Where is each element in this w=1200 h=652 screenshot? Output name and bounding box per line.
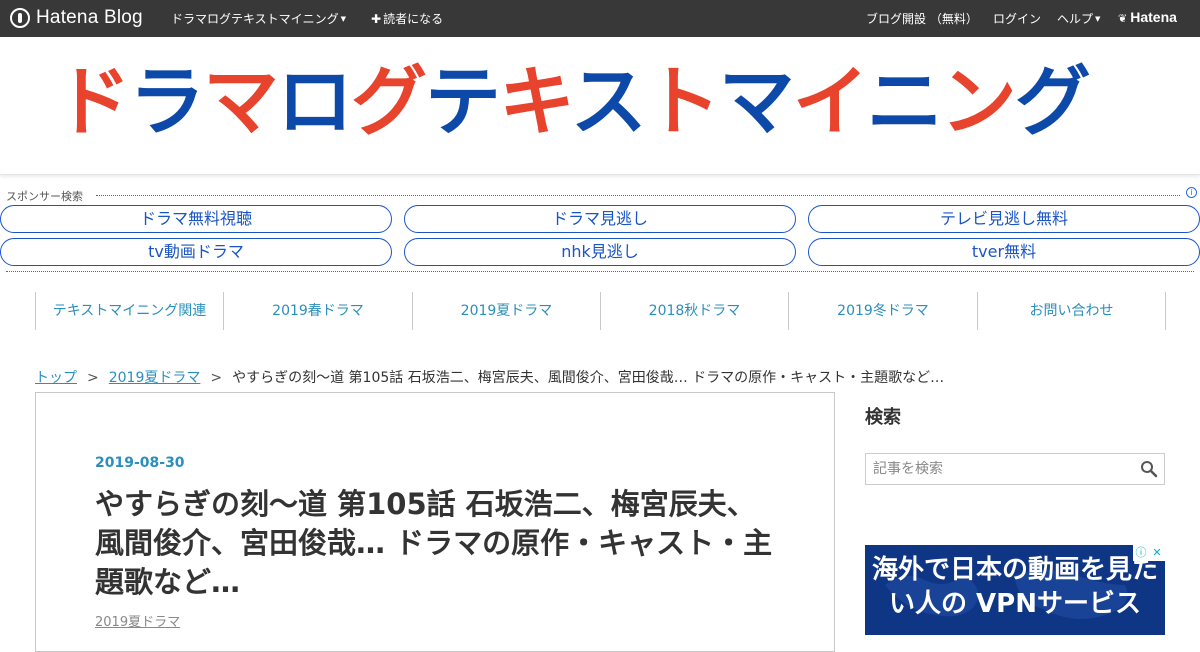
banner-char: イ — [792, 57, 869, 146]
sponsor-link[interactable]: ドラマ無料視聴 — [0, 205, 392, 233]
banner-char: ロ — [277, 57, 353, 146]
subscribe-button[interactable]: ✚ 読者になる — [371, 10, 443, 27]
blog-menu-label: ドラマログテキストマイニング — [171, 12, 339, 26]
sponsor-label: スポンサー検索 — [6, 188, 87, 204]
banner-char: ン — [940, 57, 1017, 146]
nav-item[interactable]: テキストマイニング関連 — [35, 292, 223, 330]
nav-item[interactable]: 2019冬ドラマ — [788, 292, 977, 330]
search-icon[interactable] — [1140, 460, 1158, 478]
nav-divider — [1165, 292, 1166, 330]
search-input[interactable] — [867, 455, 1132, 483]
article-title[interactable]: やすらぎの刻～道 第105話 石坂浩二、梅宮辰夫、風間俊介、宮田俊哉… ドラマの… — [95, 485, 775, 602]
hatena-link[interactable]: ❦ Hatena — [1118, 9, 1177, 25]
sidebar-ad[interactable]: 海外で日本の動画を見たい人の VPNサービス ⓘ ✕ — [865, 545, 1165, 635]
hatena-mark-icon: ❦ — [1118, 12, 1128, 25]
ad-text: 海外で日本の動画を見たい人の VPNサービス — [871, 555, 1158, 619]
sponsor-divider — [6, 271, 1194, 272]
article-date[interactable]: 2019-08-30 — [95, 455, 185, 471]
hatena-label: Hatena — [1130, 9, 1177, 25]
search-module-title: 検索 — [865, 407, 901, 428]
info-icon[interactable]: i — [1186, 187, 1197, 198]
banner-char: ト — [644, 57, 721, 146]
banner-char: グ — [351, 57, 427, 146]
banner-char: テ — [425, 57, 501, 146]
banner-char: ス — [570, 57, 647, 146]
sponsor-link[interactable]: nhk見逃し — [404, 238, 796, 266]
sponsor-link[interactable]: tv動画ドラマ — [0, 238, 392, 266]
article-card: 2019-08-30 やすらぎの刻～道 第105話 石坂浩二、梅宮辰夫、風間俊介… — [35, 392, 835, 652]
caret-down-icon: ▼ — [1095, 15, 1101, 23]
banner-char: ニ — [866, 57, 943, 146]
sponsor-link[interactable]: tver無料 — [808, 238, 1200, 266]
breadcrumb-home[interactable]: トップ — [35, 370, 77, 386]
blog-header: ドラマログテキストマイニング — [0, 37, 1200, 175]
search-form — [865, 453, 1165, 485]
nav-item[interactable]: お問い合わせ — [977, 292, 1165, 330]
banner-char: ラ — [129, 57, 205, 146]
hatena-blog-icon — [10, 8, 30, 28]
banner-char: マ — [718, 57, 795, 146]
close-icon[interactable]: ✕ — [1149, 545, 1165, 561]
banner-char: ド — [55, 57, 131, 146]
hatena-blog-brand: Hatena Blog — [36, 7, 143, 28]
banner-char: マ — [203, 57, 279, 146]
blog-menu[interactable]: ドラマログテキストマイニング ▼ — [171, 10, 346, 27]
plus-icon: ✚ — [371, 12, 382, 26]
sponsor-link[interactable]: テレビ見逃し無料 — [808, 205, 1200, 233]
article-category[interactable]: 2019夏ドラマ — [95, 611, 180, 630]
breadcrumb-category[interactable]: 2019夏ドラマ — [109, 370, 201, 386]
blog-title-banner[interactable]: ドラマログテキストマイニング — [55, 59, 1145, 145]
help-menu[interactable]: ヘルプ ▼ — [1057, 10, 1100, 27]
nav-item[interactable]: 2018秋ドラマ — [600, 292, 788, 330]
caret-down-icon: ▼ — [340, 15, 347, 23]
adchoices-icon[interactable]: ⓘ — [1133, 545, 1149, 561]
banner-char: グ — [1014, 57, 1091, 146]
nav-item[interactable]: 2019夏ドラマ — [412, 292, 600, 330]
nav-item[interactable]: 2019春ドラマ — [223, 292, 412, 330]
blog-title-logo: ドラマログテキストマイニング — [55, 64, 1091, 140]
subscribe-label: 読者になる — [383, 12, 444, 26]
help-label: ヘルプ — [1057, 12, 1094, 26]
hatena-blog-logo[interactable]: Hatena Blog — [10, 6, 143, 30]
banner-char: キ — [499, 57, 573, 146]
global-header: Hatena Blog ドラマログテキストマイニング ▼ ✚ 読者になる ブログ開設… — [0, 0, 1200, 37]
breadcrumb: トップ >2019夏ドラマ > やすらぎの刻～道 第105話 石坂浩二、梅宮辰夫、風間… — [35, 367, 944, 387]
breadcrumb-separator: > — [87, 370, 99, 386]
login-link[interactable]: ログイン — [993, 10, 1041, 27]
breadcrumb-current: やすらぎの刻～道 第105話 石坂浩二、梅宮辰夫、風間俊介、宮田俊哉… ドラマの… — [232, 370, 945, 386]
signup-link[interactable]: ブログ開設 （無料） — [866, 10, 978, 27]
sponsor-link[interactable]: ドラマ見逃し — [404, 205, 796, 233]
sponsor-divider — [96, 195, 1180, 196]
breadcrumb-separator: > — [210, 370, 223, 386]
